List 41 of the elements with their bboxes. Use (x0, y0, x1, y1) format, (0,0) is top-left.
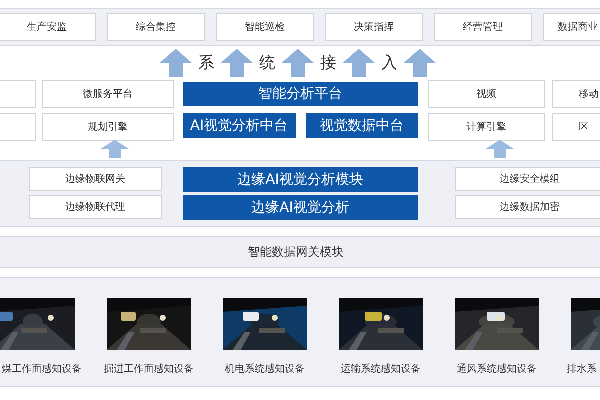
label-box: 边缘物联网关 (29, 167, 162, 191)
label-box: 计算引擎 (428, 113, 545, 141)
up-arrow-icon (221, 49, 253, 77)
empty-box (0, 113, 36, 141)
up-arrow-icon (282, 49, 314, 77)
module-box: 边缘AI视觉分析模块 (183, 167, 418, 192)
label-box: 边缘数据加密 (455, 195, 600, 219)
device-label: 机电系统感知设备 (224, 362, 306, 376)
label-box: 智能巡检 (216, 13, 314, 41)
access-label-char: 接 (320, 52, 338, 74)
up-arrow-icon (101, 140, 129, 158)
up-arrow-icon (160, 49, 192, 77)
gateway-label: 智能数据网关模块 (248, 244, 344, 260)
access-label-char: 入 (380, 52, 398, 74)
label-box: 边缘安全模组 (455, 167, 600, 191)
label-box: 规划引擎 (42, 113, 174, 141)
label-box: 经营管理 (434, 13, 532, 41)
up-arrow-icon (343, 49, 375, 77)
label-box: 综合集控 (107, 13, 205, 41)
empty-box (0, 80, 36, 108)
device-label: 运输系统感知设备 (340, 362, 422, 376)
label-box: 数据商业 (543, 13, 600, 41)
up-arrow-icon (404, 49, 436, 77)
module-box: 智能分析平台 (183, 82, 418, 106)
label-box: 生产安监 (0, 13, 96, 41)
label-box: 移动 (552, 80, 600, 108)
device-label: 掘进工作面感知设备 (103, 362, 195, 376)
device-label: 煤工作面感知设备 (1, 362, 83, 376)
module-box: AI视觉分析中台 (183, 113, 296, 138)
access-label-char: 统 (258, 52, 276, 74)
up-arrow-icon (486, 140, 514, 158)
label-box: 区 (552, 113, 600, 141)
device-label: 通风系统感知设备 (456, 362, 538, 376)
label-box: 决策指挥 (325, 13, 423, 41)
module-box: 视觉数据中台 (306, 113, 418, 138)
module-box: 边缘AI视觉分析 (183, 195, 418, 220)
label-box: 边缘物联代理 (29, 195, 162, 219)
device-label: 排水系 (566, 362, 598, 376)
label-box: 视频 (428, 80, 545, 108)
label-box: 微服务平台 (42, 80, 174, 108)
access-label-char: 系 (198, 52, 216, 74)
